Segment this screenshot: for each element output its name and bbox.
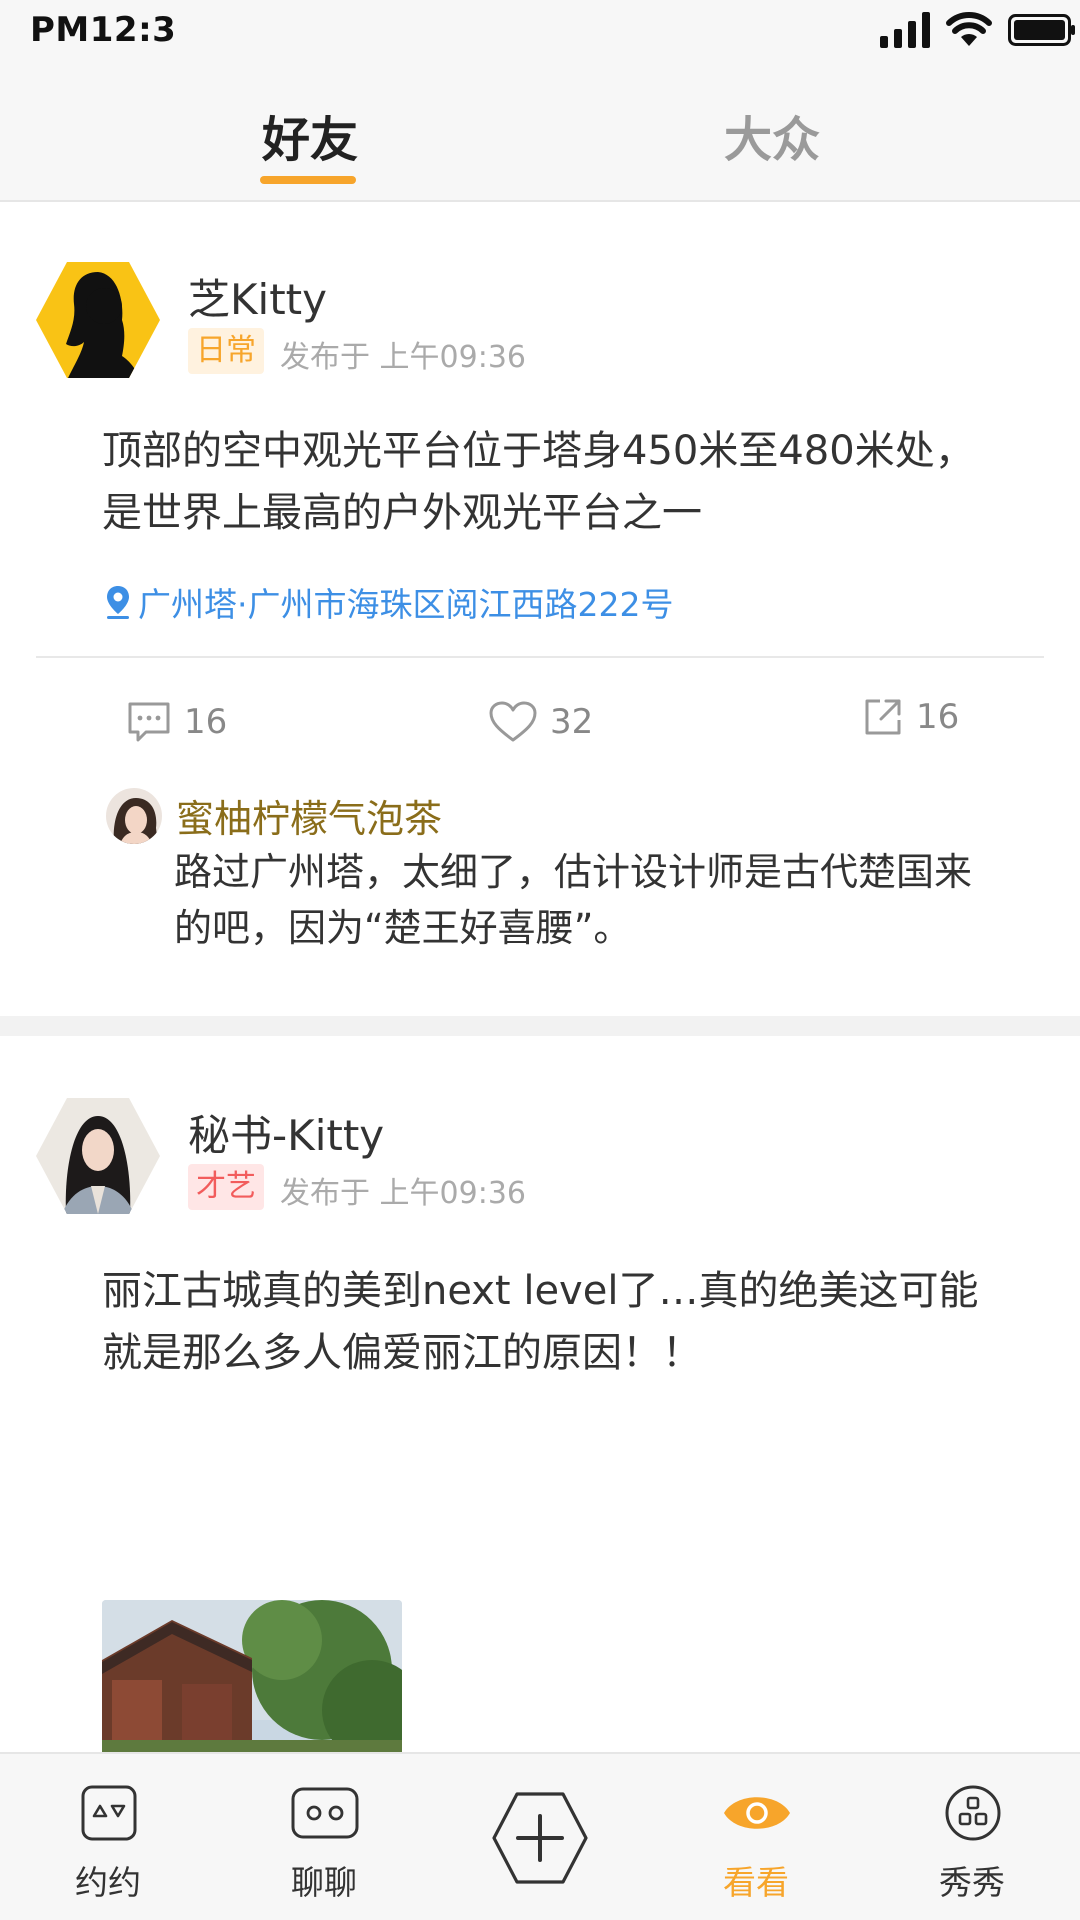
plus-icon[interactable] — [490, 1788, 590, 1888]
nav-chat-label: 聊聊 — [291, 1863, 357, 1902]
top-tab-bar: 好友 大众 — [0, 66, 1080, 202]
share-icon — [865, 699, 901, 735]
show-icon — [945, 1785, 1001, 1841]
share-button[interactable]: 16 — [862, 696, 959, 738]
nav-show-label: 秀秀 — [939, 1863, 1005, 1902]
heart-icon — [489, 701, 537, 742]
post-text: 顶部的空中观光平台位于塔身450米至480米处，是世界上最高的户外观光平台之一 — [102, 428, 975, 536]
post-timestamp: 发布于 上午09:36 — [280, 1176, 526, 1211]
comment-text: 路过广州塔，太细了，估计设计师是古代楚国来的吧，因为“楚王好喜腰”。 — [174, 850, 973, 950]
cell-signal-icon — [880, 12, 930, 48]
like-button[interactable]: 32 — [488, 700, 593, 744]
user-avatar[interactable] — [36, 262, 160, 378]
nav-show[interactable]: 秀秀 — [902, 1754, 1042, 1920]
tab-public[interactable]: 大众 — [724, 100, 820, 170]
post-category-tag: 才艺 — [188, 1164, 264, 1210]
feed-post: 芝Kitty 日常 发布于 上午09:36 顶部的空中观光平台位于塔身450米至… — [0, 204, 1080, 1016]
nav-look[interactable]: 看看 — [686, 1754, 826, 1920]
wifi-icon — [946, 12, 992, 46]
nav-chat[interactable]: 聊聊 — [254, 1754, 394, 1920]
nav-date[interactable]: 约约 — [38, 1754, 178, 1920]
location-text: 广州塔·广州市海珠区阅江西路222号 — [138, 585, 674, 624]
comment-icon — [128, 702, 170, 742]
post-separator — [0, 1016, 1080, 1036]
location-pin-icon — [107, 586, 129, 619]
post-category-tag: 日常 — [188, 328, 264, 374]
bottom-nav-bar: 约约 聊聊 看看 秀秀 — [0, 1752, 1080, 1920]
post-timestamp: 发布于 上午09:36 — [280, 340, 526, 375]
comment-count: 16 — [184, 702, 228, 742]
like-count: 32 — [550, 702, 594, 742]
eye-icon — [724, 1797, 790, 1829]
nav-look-label: 看看 — [723, 1863, 789, 1902]
battery-icon — [1008, 14, 1075, 46]
user-avatar[interactable] — [36, 1098, 160, 1214]
tab-friends[interactable]: 好友 — [262, 100, 358, 170]
post-text: 丽江古城真的美到next level了…真的绝美这可能就是那么多人偏爱丽江的原因… — [102, 1268, 979, 1376]
share-count: 16 — [916, 697, 960, 737]
post-username[interactable]: 秘书-Kitty — [188, 1102, 384, 1163]
commenter-avatar[interactable] — [106, 788, 162, 844]
commenter-name[interactable]: 蜜柚柠檬气泡茶 — [176, 788, 442, 843]
post-username[interactable]: 芝Kitty — [188, 266, 327, 327]
chat-icon — [291, 1787, 359, 1839]
status-time: PM12:3 — [30, 10, 177, 50]
active-tab-indicator — [260, 176, 356, 184]
comment-button[interactable]: 16 — [126, 700, 227, 744]
nav-date-label: 约约 — [75, 1863, 141, 1902]
feed-post: 秘书-Kitty 才艺 发布于 上午09:36 丽江古城真的美到next lev… — [0, 1036, 1080, 1900]
date-icon — [81, 1785, 137, 1841]
divider — [36, 656, 1044, 658]
post-location[interactable]: 广州塔·广州市海珠区阅江西路222号 — [104, 578, 673, 626]
status-bar: PM12:3 — [0, 0, 1080, 66]
